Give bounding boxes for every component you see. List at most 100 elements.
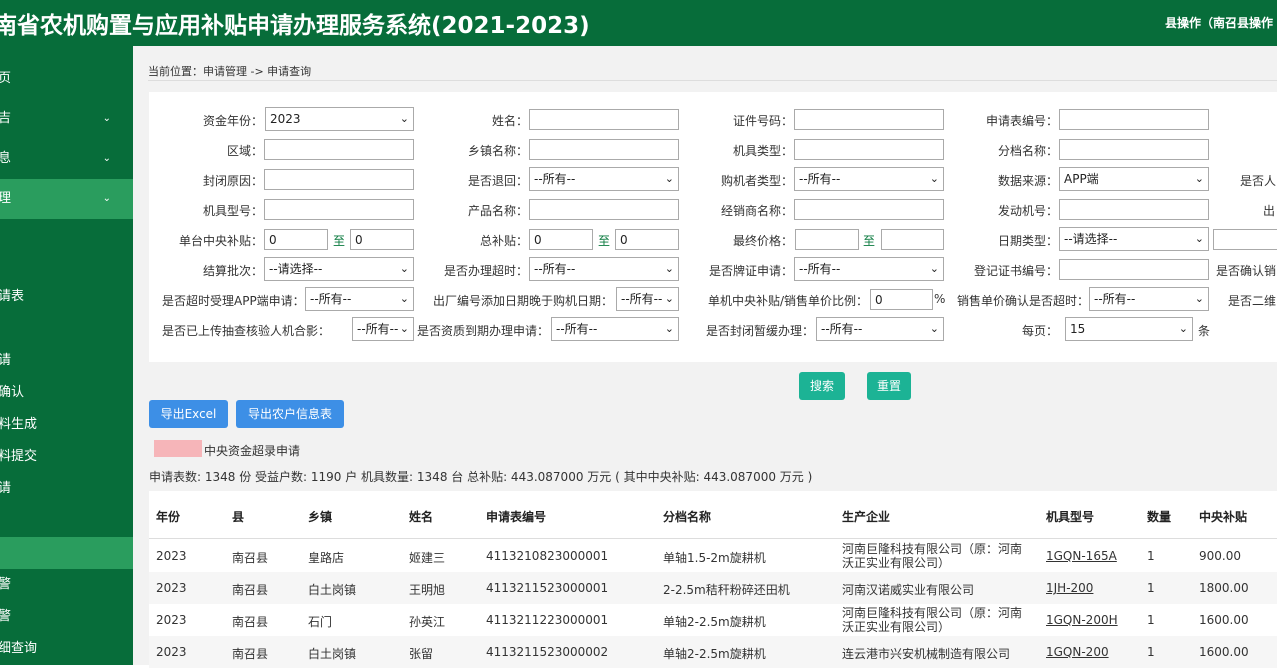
chevron-down-icon: ⌄: [102, 153, 111, 164]
date-type-select[interactable]: --请选择-- ⌄: [1059, 227, 1209, 251]
per-page-value: 15: [1070, 322, 1086, 336]
is-returned-select[interactable]: --所有-- ⌄: [529, 167, 679, 191]
cell-app-number: 4113211523000002: [486, 645, 609, 659]
breadcrumb-divider: [148, 80, 1277, 81]
sidebar-subitem-apply-2[interactable]: 请: [0, 473, 133, 505]
cell-town: 白土岗镇: [308, 647, 357, 661]
sidebar-item-management[interactable]: 理 ⌄: [0, 179, 133, 219]
cell-name: 张留: [409, 647, 434, 661]
sidebar-subitem-label: 请: [0, 353, 12, 368]
cell-quantity: 1: [1147, 581, 1155, 595]
chevron-down-icon: ⌄: [399, 262, 409, 275]
reg-cert-input[interactable]: [1059, 259, 1209, 280]
sidebar-item-notice[interactable]: 吉 ⌄: [0, 99, 133, 139]
qual-expire-select[interactable]: --所有-- ⌄: [551, 317, 679, 341]
id-number-input[interactable]: [794, 109, 944, 130]
engine-no-input[interactable]: [1059, 199, 1209, 220]
search-button[interactable]: 搜索: [799, 372, 845, 400]
cell-quantity: 1: [1147, 549, 1155, 563]
export-farmer-info-button[interactable]: 导出农户信息表: [236, 400, 344, 428]
cell-subsidy: 1600.00: [1199, 613, 1249, 627]
sidebar-item-label: 吉: [0, 111, 12, 126]
sale-confirm-overdue-select[interactable]: --所有-- ⌄: [1089, 287, 1209, 311]
photo-uploaded-value: --所有--: [357, 322, 399, 336]
per-page-select[interactable]: 15 ⌄: [1065, 317, 1193, 341]
cell-model-link[interactable]: 1GQN-200H: [1046, 613, 1118, 627]
sidebar-subitem-warning-2[interactable]: 警: [0, 601, 133, 633]
fund-year-label: 资金年份：: [202, 114, 263, 128]
cell-model-link[interactable]: 1GQN-200: [1046, 645, 1109, 659]
close-reason-input[interactable]: [264, 169, 414, 190]
closed-suspend-select[interactable]: --所有-- ⌄: [816, 317, 944, 341]
model-input[interactable]: [264, 199, 414, 220]
date-type-label: 日期类型：: [997, 234, 1058, 248]
reset-button[interactable]: 重置: [867, 372, 911, 400]
ratio-label: 单机中央补贴/销售单价比例：: [708, 294, 869, 308]
cell-manufacturer: 河南巨隆科技有限公司（原：河南沃正实业有限公司）: [842, 542, 1023, 570]
chevron-down-icon: ⌄: [102, 113, 111, 124]
sidebar-subitem-apply-form[interactable]: 请表: [0, 281, 133, 313]
table-row[interactable]: 2023 南召县 皇路店 姬建三 4113210823000001 单轴1.5-…: [149, 540, 1277, 572]
total-subsidy-to[interactable]: [615, 229, 679, 250]
sidebar-item-home[interactable]: 页: [0, 59, 133, 99]
date-start-input[interactable]: [1213, 229, 1277, 250]
table-row[interactable]: 2023 南召县 白土岗镇 张留 4113211523000002 单轴2-2.…: [149, 636, 1277, 668]
chevron-down-icon: ⌄: [664, 262, 674, 275]
cell-model-link[interactable]: 1JH-200: [1046, 581, 1093, 595]
central-subsidy-to[interactable]: [350, 229, 414, 250]
sidebar-subitem-detail-query[interactable]: 细查询: [0, 633, 133, 665]
app-overdue-select[interactable]: --所有-- ⌄: [305, 287, 414, 311]
town-input[interactable]: [529, 139, 679, 160]
ratio-input[interactable]: [870, 289, 933, 310]
region-input[interactable]: [264, 139, 414, 160]
reg-cert-label: 登记证书编号：: [973, 264, 1058, 278]
overdue-select[interactable]: --所有-- ⌄: [529, 257, 679, 281]
buyer-type-select[interactable]: --所有-- ⌄: [794, 167, 944, 191]
column-header: 申请表编号: [486, 510, 547, 524]
factory-date-select[interactable]: --所有-- ⌄: [616, 287, 679, 311]
sale-confirm-overdue-label: 销售单价确认是否超时：: [957, 294, 1090, 308]
sidebar-subitem-warning-1[interactable]: 警: [0, 569, 133, 601]
plate-cert-select[interactable]: --所有-- ⌄: [794, 257, 944, 281]
final-price-from[interactable]: [795, 229, 859, 250]
final-price-to[interactable]: [881, 229, 944, 250]
fund-year-select[interactable]: 2023 ⌄: [265, 107, 414, 131]
column-header: 分档名称: [663, 510, 712, 524]
cell-subsidy: 900.00: [1199, 549, 1241, 563]
photo-uploaded-select[interactable]: --所有-- ⌄: [352, 317, 414, 341]
plate-cert-label: 是否牌证申请：: [708, 264, 793, 278]
settle-batch-label: 结算批次：: [202, 264, 263, 278]
total-subsidy-from[interactable]: [529, 229, 593, 250]
central-subsidy-from[interactable]: [264, 229, 328, 250]
user-role-label[interactable]: 县操作（南召县操作: [1165, 14, 1273, 31]
legend-text: 中央资金超录申请: [204, 444, 301, 458]
sidebar-item-info[interactable]: 息 ⌄: [0, 139, 133, 179]
cell-model-link[interactable]: 1GQN-165A: [1046, 549, 1117, 563]
cell-year: 2023: [156, 645, 187, 659]
overdue-value: --所有--: [534, 262, 576, 276]
qr-label: 是否二维: [1228, 294, 1277, 308]
sidebar-subitem-apply[interactable]: 请: [0, 345, 133, 377]
cell-grade: 2-2.5m秸秆粉碎还田机: [663, 583, 790, 597]
table-row[interactable]: 2023 南召县 白土岗镇 王明旭 4113211523000001 2-2.5…: [149, 572, 1277, 604]
sidebar-subitem-material-generate[interactable]: 料生成: [0, 409, 133, 441]
sale-confirm-overdue-value: --所有--: [1094, 292, 1136, 306]
sidebar-subitem-confirm[interactable]: 确认: [0, 377, 133, 409]
export-excel-button[interactable]: 导出Excel: [149, 400, 228, 428]
cell-app-number: 4113211523000001: [486, 581, 609, 595]
table-row[interactable]: 2023 南召县 石门 孙英江 4113211223000001 单轴2-2.5…: [149, 604, 1277, 636]
sidebar-subitem-query[interactable]: [0, 537, 133, 569]
sidebar-subitem-label: 料生成: [0, 417, 38, 432]
dealer-name-input[interactable]: [794, 199, 944, 220]
grade-name-input[interactable]: [1059, 139, 1209, 160]
product-name-input[interactable]: [529, 199, 679, 220]
central-subsidy-label: 单台中央补贴：: [178, 234, 263, 248]
settle-batch-select[interactable]: --请选择-- ⌄: [264, 257, 414, 281]
name-input[interactable]: [529, 109, 679, 130]
data-source-select[interactable]: APP端 ⌄: [1059, 167, 1209, 191]
close-reason-label: 封闭原因：: [202, 174, 263, 188]
machine-type-input[interactable]: [794, 139, 944, 160]
app-number-input[interactable]: [1059, 109, 1209, 130]
sidebar-subitem-material-submit[interactable]: 料提交: [0, 441, 133, 473]
sidebar-subitem-label: 确认: [0, 385, 25, 400]
